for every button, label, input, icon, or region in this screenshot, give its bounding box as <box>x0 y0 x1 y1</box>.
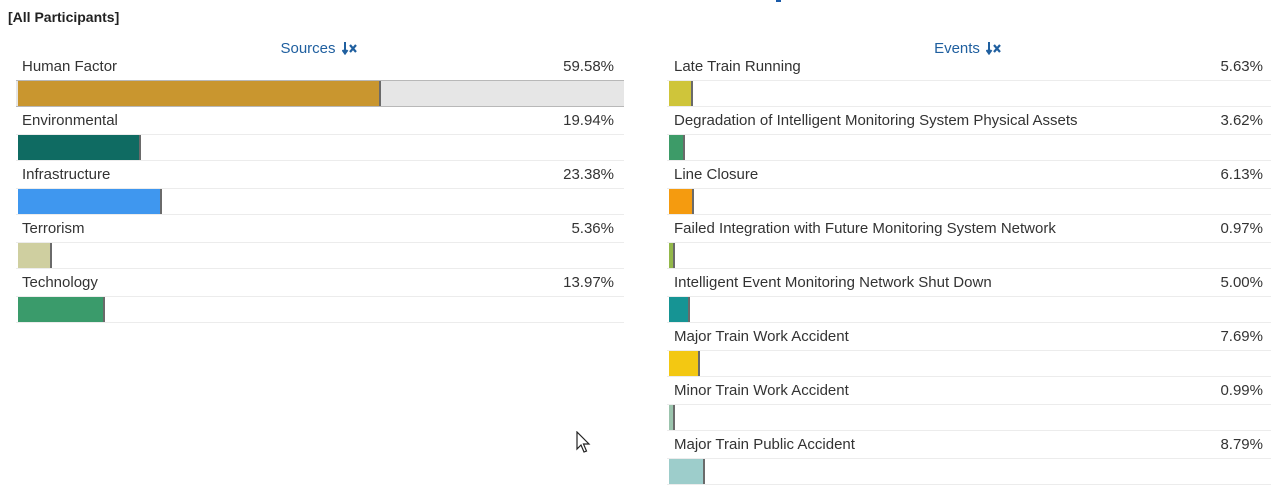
bar-fill[interactable] <box>669 297 690 322</box>
sources-panel: Sources Human Factor 59.58% Environmental 1… <box>16 38 624 323</box>
filter-label: [All Participants] <box>8 9 120 25</box>
bar-value-label: 5.36% <box>571 220 614 237</box>
bar-fill[interactable] <box>669 351 700 376</box>
bar-fill[interactable] <box>18 243 52 268</box>
bar-track <box>667 296 1271 323</box>
bar-fill[interactable] <box>669 81 693 106</box>
bar-track <box>667 350 1271 377</box>
bar-label: Environmental <box>22 112 118 129</box>
bar-item[interactable]: Failed Integration with Future Monitorin… <box>667 220 1271 274</box>
bar-label: Human Factor <box>22 58 118 75</box>
bar-item[interactable]: Infrastructure 23.38% <box>16 166 624 220</box>
bar-fill[interactable] <box>669 243 675 268</box>
bar-value-label: 3.62% <box>1220 112 1263 129</box>
bar-track <box>16 134 624 161</box>
bar-value-label: 23.38% <box>563 166 614 183</box>
bar-item[interactable]: Minor Train Work Accident 0.99% <box>667 382 1271 436</box>
bar-label: Infrastructure <box>22 166 111 183</box>
bar-fill[interactable] <box>18 81 381 106</box>
bar-value-label: 13.97% <box>563 274 614 291</box>
bar-track <box>667 242 1271 269</box>
bar-track <box>667 404 1271 431</box>
sort-descending-icon[interactable] <box>341 41 360 55</box>
bar-track <box>667 458 1271 485</box>
bar-label: Degradation of Intelligent Monitoring Sy… <box>674 112 1078 129</box>
bar-value-label: 7.69% <box>1220 328 1263 345</box>
sources-title: Sources <box>280 39 336 57</box>
bar-track <box>667 188 1271 215</box>
bar-track <box>16 242 624 269</box>
bar-item[interactable]: Line Closure 6.13% <box>667 166 1271 220</box>
bar-fill[interactable] <box>18 135 141 160</box>
bar-fill[interactable] <box>669 135 685 160</box>
bar-fill[interactable] <box>669 459 705 484</box>
bar-value-label: 8.79% <box>1220 436 1263 453</box>
bar-label: Line Closure <box>674 166 759 183</box>
events-header: Events <box>667 38 1271 58</box>
bar-label: Minor Train Work Accident <box>674 382 849 399</box>
bar-label: Late Train Running <box>674 58 801 75</box>
bar-item[interactable]: Major Train Public Accident 8.79% <box>667 436 1271 490</box>
bar-value-label: 59.58% <box>563 58 614 75</box>
bar-fill[interactable] <box>18 297 105 322</box>
bar-value-label: 19.94% <box>563 112 614 129</box>
bar-item[interactable]: Terrorism 5.36% <box>16 220 624 274</box>
bar-track <box>16 296 624 323</box>
bar-item[interactable]: Late Train Running 5.63% <box>667 58 1271 112</box>
events-title: Events <box>934 39 980 57</box>
bar-fill[interactable] <box>18 189 162 214</box>
bar-value-label: 5.00% <box>1220 274 1263 291</box>
bar-value-label: 0.97% <box>1220 220 1263 237</box>
bar-track <box>667 80 1271 107</box>
sort-descending-icon[interactable] <box>985 41 1004 55</box>
bar-item[interactable]: Major Train Work Accident 7.69% <box>667 328 1271 382</box>
sources-header: Sources <box>16 38 624 58</box>
bar-track <box>16 80 624 107</box>
bar-item[interactable]: Environmental 19.94% <box>16 112 624 166</box>
bar-value-label: 6.13% <box>1220 166 1263 183</box>
bar-track <box>667 134 1271 161</box>
bar-track <box>16 188 624 215</box>
bar-label: Major Train Public Accident <box>674 436 855 453</box>
bar-item[interactable]: Human Factor 59.58% <box>16 58 624 112</box>
bar-fill[interactable] <box>669 405 675 430</box>
bar-value-label: 5.63% <box>1220 58 1263 75</box>
bar-item[interactable]: Intelligent Event Monitoring Network Shu… <box>667 274 1271 328</box>
bar-value-label: 0.99% <box>1220 382 1263 399</box>
bar-label: Intelligent Event Monitoring Network Shu… <box>674 274 992 291</box>
bar-item[interactable]: Degradation of Intelligent Monitoring Sy… <box>667 112 1271 166</box>
bar-label: Technology <box>22 274 98 291</box>
bar-fill[interactable] <box>669 189 694 214</box>
events-panel: Events Late Train Running 5.63% Degradatio… <box>667 38 1271 485</box>
top-accent <box>776 0 781 2</box>
mouse-pointer-icon <box>576 430 592 460</box>
bar-label: Terrorism <box>22 220 85 237</box>
bar-item[interactable]: Technology 13.97% <box>16 274 624 328</box>
bar-label: Major Train Work Accident <box>674 328 849 345</box>
bar-label: Failed Integration with Future Monitorin… <box>674 220 1056 237</box>
